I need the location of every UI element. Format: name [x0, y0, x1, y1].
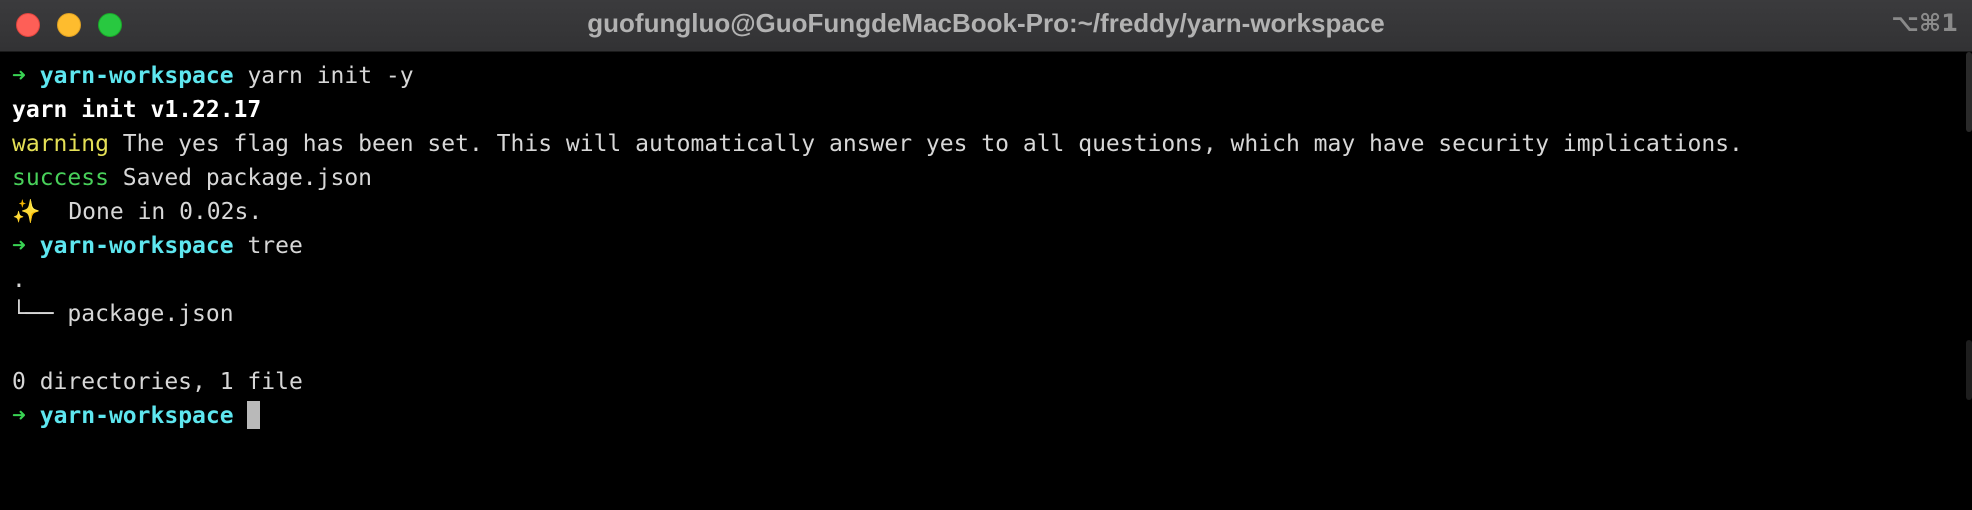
terminal-line: ➜ yarn-workspace yarn init -y [12, 59, 1952, 93]
terminal-line: 0 directories, 1 file [12, 365, 1952, 399]
output-text: 0 directories, 1 file [12, 369, 303, 395]
terminal-output[interactable]: ➜ yarn-workspace yarn init -y yarn init … [12, 59, 1952, 433]
terminal-line: . [12, 263, 1952, 297]
terminal-line: ➜ yarn-workspace [12, 399, 1952, 433]
terminal-line: warning The yes flag has been set. This … [12, 127, 1952, 161]
title-bar[interactable]: guofungluo@GuoFungdeMacBook-Pro:~/freddy… [0, 0, 1972, 52]
output-text: . [12, 267, 26, 293]
scrollbar-top[interactable] [1966, 52, 1972, 132]
prompt-directory: yarn-workspace [39, 233, 234, 259]
prompt-directory: yarn-workspace [39, 63, 234, 89]
output-text: Saved package.json [108, 165, 373, 191]
output-text: └── package.json [12, 301, 234, 327]
command-text: yarn init -y [247, 63, 414, 89]
prompt-arrow: ➜ [12, 403, 26, 429]
terminal-line: ➜ yarn-workspace tree [12, 229, 1952, 263]
output-text: ✨ Done in 0.02s. [12, 199, 263, 225]
text-cursor [247, 401, 261, 429]
prompt-arrow: ➜ [12, 63, 26, 89]
success-label: success [12, 165, 109, 191]
scrollbar-bottom[interactable] [1966, 340, 1972, 400]
prompt-directory: yarn-workspace [39, 403, 234, 429]
prompt-arrow: ➜ [12, 233, 26, 259]
terminal-line: ✨ Done in 0.02s. [12, 195, 1952, 229]
window-title: guofungluo@GuoFungdeMacBook-Pro:~/freddy… [587, 8, 1385, 38]
output-text: yarn init v1.22.17 [12, 97, 262, 123]
terminal-line: yarn init v1.22.17 [12, 93, 1952, 127]
output-text: The yes flag has been set. This will aut… [108, 131, 1743, 157]
terminal-line: success Saved package.json [12, 161, 1952, 195]
terminal-window: guofungluo@GuoFungdeMacBook-Pro:~/freddy… [0, 0, 1972, 510]
warning-label: warning [12, 131, 109, 157]
window-shortcut-label: ⌥⌘1 [1891, 9, 1958, 37]
terminal-line: └── package.json [12, 297, 1952, 331]
command-text: tree [247, 233, 303, 259]
